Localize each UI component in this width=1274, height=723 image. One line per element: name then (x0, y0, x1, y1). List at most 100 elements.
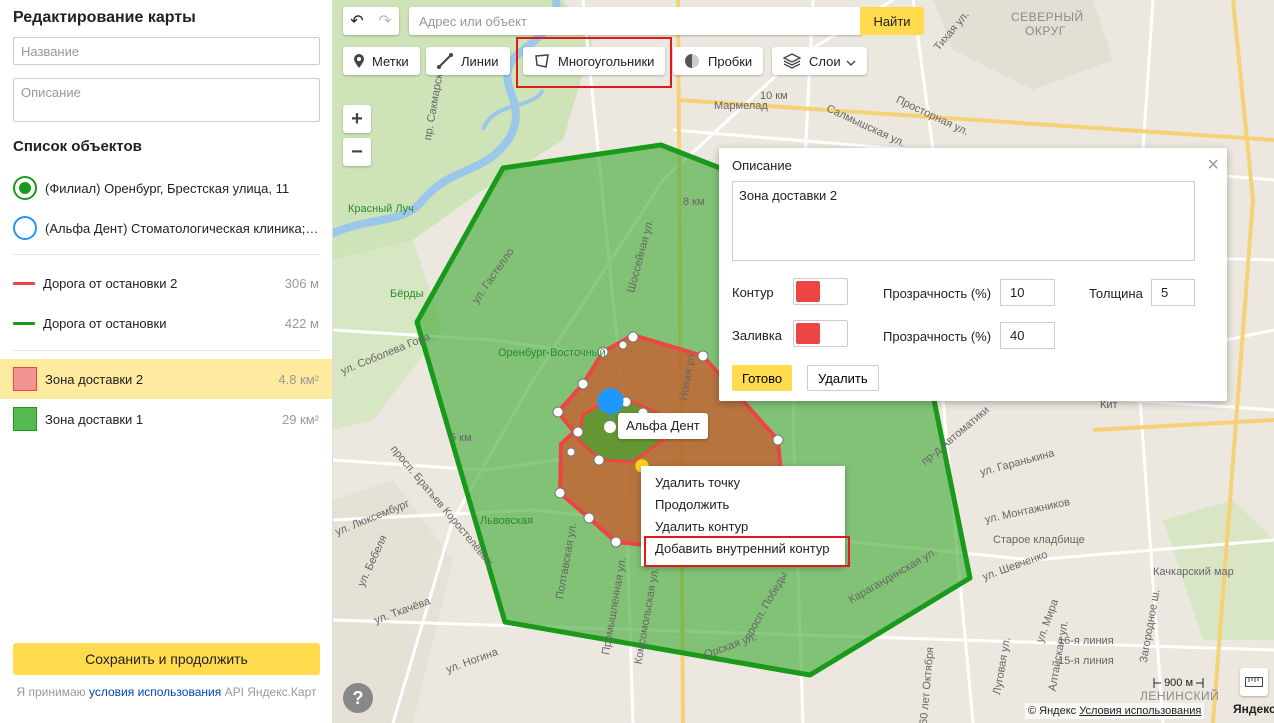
point-hollow-icon (13, 216, 37, 240)
zoom-out-button[interactable]: − (343, 138, 371, 166)
tool-polygons-button[interactable]: Многоугольники (523, 47, 666, 75)
sidebar-title: Редактирование карты (13, 9, 196, 26)
tool-label: Многоугольники (558, 53, 655, 69)
terms-link[interactable]: условия использования (89, 685, 221, 699)
terms-prefix: Я принимаю (16, 685, 86, 699)
fill-opacity-input[interactable] (1000, 322, 1055, 349)
yandex-logo: Яндекс (1233, 702, 1274, 716)
polygon-swatch-icon (13, 367, 37, 391)
map-label-place: Красный Луч (348, 203, 414, 215)
search-button[interactable]: Найти (860, 7, 924, 35)
close-icon[interactable]: × (1207, 155, 1219, 175)
chevron-down-icon (846, 54, 856, 69)
copyright-text: © Яндекс (1028, 705, 1077, 717)
menu-item-delete-point[interactable]: Удалить точку (641, 472, 845, 494)
pin-icon (354, 54, 364, 68)
tool-label: Метки (372, 53, 409, 69)
ruler-icon (1245, 675, 1263, 690)
color-swatch (796, 323, 820, 344)
search-input[interactable] (409, 7, 862, 35)
color-swatch (796, 281, 820, 302)
map-label-street: 15-я линия (1058, 655, 1114, 667)
scale-bar: 900 м (1153, 677, 1204, 689)
app-root: Редактирование карты Список объектов (Фи… (0, 0, 1274, 723)
plus-icon: + (351, 107, 363, 130)
contour-color-picker[interactable] (793, 278, 848, 305)
list-item-line-road-2[interactable]: Дорога от остановки 2 306 м (0, 263, 332, 303)
contour-opacity-label: Прозрачность (%) (883, 286, 992, 301)
list-item-value: 4.8 км² (278, 371, 319, 387)
list-item-label: Зона доставки 1 (45, 411, 144, 427)
placemark-label[interactable]: Альфа Дент (618, 413, 708, 439)
terms-suffix: API Яндекс.Карт (224, 685, 317, 699)
menu-item-add-inner-contour[interactable]: Добавить внутренний контур (641, 538, 845, 560)
map-label-km: 8 км (683, 196, 705, 208)
tool-traffic-button[interactable]: Пробки (673, 47, 764, 75)
menu-item-continue[interactable]: Продолжить (641, 494, 845, 516)
list-item-value: 306 м (284, 275, 319, 291)
line-swatch-icon (13, 321, 35, 325)
map-label-km: 10 км (760, 90, 788, 102)
delete-button[interactable]: Удалить (807, 365, 879, 391)
list-item-value: 422 м (284, 315, 319, 331)
list-item-point-branch[interactable]: (Филиал) Оренбург, Брестская улица, 11 (0, 168, 332, 208)
map-label-district: ОКРУГ (1025, 24, 1066, 38)
undo-redo-group: ↶ ↷ (343, 7, 399, 35)
copyright: © Яндекс Условия использования (1025, 703, 1205, 719)
polygon-swatch-icon (13, 407, 37, 431)
divider (13, 350, 320, 351)
contour-label: Контур (732, 285, 774, 300)
fill-label: Заливка (732, 328, 783, 343)
tool-label: Слои (809, 53, 841, 69)
tool-label: Пробки (708, 53, 753, 69)
thickness-input[interactable] (1151, 279, 1195, 306)
list-item-label: (Альфа Дент) Стоматологическая клиника; … (45, 220, 319, 236)
map-label-poi: Старое кладбище (993, 534, 1085, 546)
point-filled-icon (13, 176, 37, 200)
tool-lines-button[interactable]: Линии (426, 47, 510, 75)
save-and-continue-button[interactable]: Сохранить и продолжить (13, 643, 320, 675)
list-item-polygon-zone-1[interactable]: Зона доставки 1 29 км² (0, 399, 332, 439)
list-item-point-clinic[interactable]: (Альфа Дент) Стоматологическая клиника; … (0, 208, 332, 248)
map-label-district: ЛЕНИНСКИЙ (1140, 689, 1220, 703)
list-item-label: (Филиал) Оренбург, Брестская улица, 11 (45, 180, 290, 196)
menu-item-delete-contour[interactable]: Удалить контур (641, 516, 845, 538)
map-description-input[interactable] (13, 78, 320, 122)
terms-text: Я принимаю условия использования API Янд… (13, 683, 320, 701)
list-item-polygon-zone-2[interactable]: Зона доставки 2 4.8 км² (0, 359, 332, 399)
list-item-label: Зона доставки 2 (45, 371, 144, 387)
list-item-line-road-1[interactable]: Дорога от остановки 422 м (0, 303, 332, 343)
tool-marks-button[interactable]: Метки (343, 47, 420, 75)
objects-list-title: Список объектов (13, 138, 142, 155)
map-label-poi: Качкарский мар (1153, 566, 1234, 578)
zoom-in-button[interactable]: + (343, 105, 371, 133)
vertex-context-menu: Удалить точку Продолжить Удалить контур … (641, 466, 845, 566)
popup-description-input[interactable] (732, 181, 1195, 261)
polygon-edit-popup: Описание × Контур Прозрачность (%) Толщи… (719, 148, 1227, 401)
terms-of-use-link[interactable]: Условия использования (1079, 705, 1201, 717)
map-label-station: Оренбург-Восточный (498, 347, 606, 359)
tool-layers-button[interactable]: Слои (772, 47, 867, 75)
scale-label: 900 м (1164, 677, 1194, 689)
ruler-button[interactable] (1240, 668, 1268, 696)
map-label-place: Бёрды (390, 288, 424, 300)
fill-opacity-label: Прозрачность (%) (883, 329, 992, 344)
polygon-icon (534, 53, 550, 69)
layers-icon (783, 53, 801, 69)
help-button[interactable]: ? (343, 683, 373, 713)
thickness-label: Толщина (1089, 286, 1143, 301)
map-canvas[interactable]: СЕВЕРНЫЙ ОКРУГ ЛЕНИНСКИЙ Бёрды Красный Л… (333, 0, 1274, 723)
map-label-station: Львовская (480, 515, 534, 527)
traffic-icon (684, 53, 700, 69)
contour-opacity-input[interactable] (1000, 279, 1055, 306)
line-swatch-icon (13, 281, 35, 285)
fill-color-picker[interactable] (793, 320, 848, 347)
redo-icon[interactable]: ↷ (371, 7, 399, 35)
undo-icon[interactable]: ↶ (343, 7, 371, 35)
divider (13, 254, 320, 255)
line-icon (437, 53, 453, 69)
map-label-km: 5 км (450, 432, 472, 444)
map-name-input[interactable] (13, 37, 320, 65)
done-button[interactable]: Готово (732, 365, 793, 391)
list-item-label: Дорога от остановки 2 (43, 275, 178, 291)
